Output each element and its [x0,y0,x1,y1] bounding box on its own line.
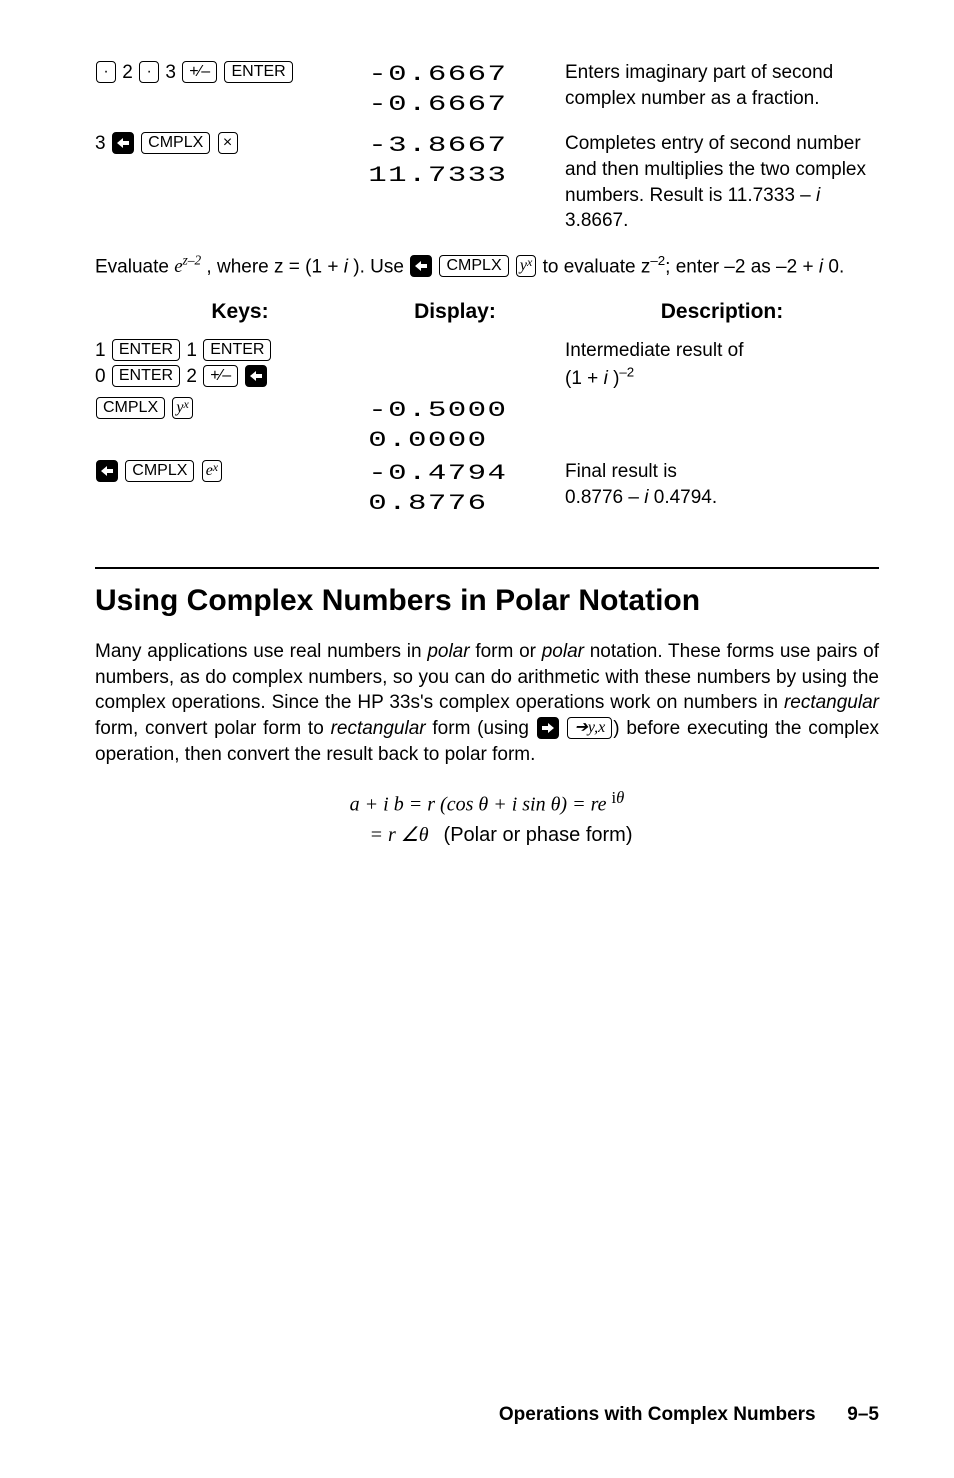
cmplx-key: CMPLX [439,255,508,277]
table-row: CMPLX ex -0.4794 0.8776 Final result is … [95,459,879,518]
header-description: Description: [525,298,879,326]
rect: rectangular [331,718,426,739]
keys-cell: CMPLX yx [95,396,385,422]
keys-cell: · 2 · 3 +∕– ENTER [95,60,385,86]
enter-key: ENTER [203,339,271,361]
cmplx-key: CMPLX [125,460,194,482]
yx-key: yx [172,397,192,419]
header-keys: Keys: [95,298,385,326]
y: y [176,399,183,416]
right-shift-key [537,717,559,739]
left-shift-key [245,365,267,387]
desc-expr: (1 + i )–2 [565,368,634,389]
table-header: Keys: Display: Description: [95,298,879,326]
description-cell: Final result is 0.8776 – i 0.4794. [525,459,879,510]
text-three: 3 [95,133,106,154]
e: e [174,256,182,277]
body-paragraph: Many applications use real numbers in po… [95,639,879,767]
text: form or [470,641,542,662]
equation-block: a + i b = r (cos θ + i sin θ) = re iθ = … [95,785,879,850]
exp: –2 [650,253,665,268]
plusminus-key: +∕– [182,61,217,83]
desc-text: 0.4794. [648,487,717,508]
display-cell: -0.5000 0.0000 [368,396,564,455]
text-two: 2 [186,366,197,387]
text-three: 3 [165,62,176,83]
text-one: 1 [95,340,106,361]
polar: polar [427,641,469,662]
left-arrow-icon [414,260,428,272]
left-shift-key [96,460,118,482]
x: x [213,460,218,474]
text: , where z = (1 + [201,256,344,277]
ex-key: ex [202,460,222,482]
toyx-key: ➔y,x [567,717,612,739]
desc-i: i [816,185,820,206]
enter-key: ENTER [112,365,180,387]
header-display: Display: [385,298,525,326]
dot-key: · [139,61,159,83]
display-cell: -0.4794 0.8776 [368,459,564,518]
right-arrow-icon [541,722,555,734]
desc-text: 3.8667. [565,210,628,231]
desc-text: 0.8776 – [565,487,644,508]
e: e [206,462,213,479]
enter-key: ENTER [224,61,292,83]
keys-cell: CMPLX ex [95,459,385,485]
cmplx-key: CMPLX [96,397,165,419]
yx-key: yx [516,255,536,277]
x: x [527,255,532,269]
display-cell: -0.6667 -0.6667 [368,60,564,119]
description-cell: Intermediate result of (1 + i )–2 [525,338,879,392]
page-footer: Operations with Complex Numbers 9–5 [499,1402,879,1428]
polar: polar [542,641,584,662]
text: Many applications use real numbers in [95,641,427,662]
keys-cell: 1 ENTER 1 ENTER 0 ENTER 2 +∕– [95,338,385,389]
table-row: 1 ENTER 1 ENTER 0 ENTER 2 +∕– Intermedia… [95,338,879,392]
description-cell: Enters imaginary part of second complex … [525,60,879,111]
text: form, convert polar form to [95,718,331,739]
footer-label: Operations with Complex Numbers [499,1404,816,1425]
table-row: CMPLX yx -0.5000 0.0000 [95,396,879,455]
description-cell: Completes entry of second number and the… [525,131,879,234]
enter-key: ENTER [112,339,180,361]
equation-line1: a + i b = r (cos θ + i sin θ) = re iθ [95,785,879,820]
plusminus-key: +∕– [203,365,238,387]
text-zero: 0 [95,366,106,387]
rect: rectangular [784,692,879,713]
footer-page: 9–5 [847,1404,879,1425]
left-arrow-icon [100,465,114,477]
desc-text: Completes entry of second number and the… [565,133,866,205]
dot-key: · [96,61,116,83]
section-heading: Using Complex Numbers in Polar Notation [95,567,879,622]
display-cell: -3.8667 11.7333 [368,131,564,190]
times-key: × [218,132,238,154]
e-expr: ez–2 [174,256,201,277]
text: ). Use [348,256,409,277]
x: x [184,397,189,411]
text: Evaluate [95,256,174,277]
table-row: · 2 · 3 +∕– ENTER -0.6667 -0.6667 Enters… [95,60,879,119]
y: y [520,257,527,274]
keys-cell: 3 CMPLX × [95,131,385,157]
left-shift-key [112,132,134,154]
text: 0. [823,256,844,277]
exp: z–2 [183,253,201,268]
left-arrow-icon [116,137,130,149]
text: to evaluate z [543,256,651,277]
text: ; enter –2 as –2 + [665,256,819,277]
text: form (using [426,718,536,739]
table-row: 3 CMPLX × -3.8667 11.7333 Completes entr… [95,131,879,234]
left-arrow-icon [249,370,263,382]
text-two: 2 [122,62,133,83]
text-one: 1 [186,340,197,361]
desc-text: Final result is [565,461,677,482]
desc-text: Intermediate result of [565,340,743,361]
cmplx-key: CMPLX [141,132,210,154]
equation-line2: = r ∠θ (Polar or phase form) [95,820,879,850]
left-shift-key [410,255,432,277]
evaluate-paragraph: Evaluate ez–2 , where z = (1 + i ). Use … [95,252,879,280]
